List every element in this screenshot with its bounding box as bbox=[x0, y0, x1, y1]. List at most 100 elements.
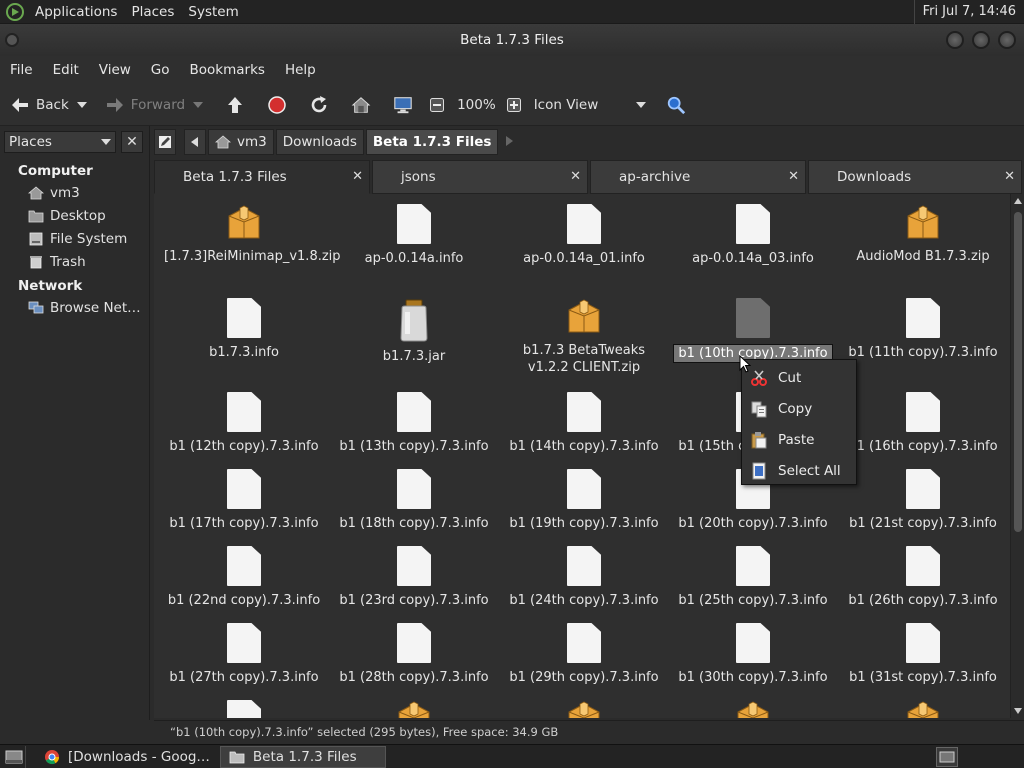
applications-menu[interactable]: Applications bbox=[28, 4, 124, 20]
file-item[interactable]: ap-0.0.14a.info bbox=[334, 204, 494, 267]
zoom-in-button[interactable] bbox=[500, 89, 534, 121]
file-item[interactable] bbox=[504, 700, 664, 718]
crumb-vm3[interactable]: vm3 bbox=[208, 129, 274, 155]
close-icon[interactable]: ✕ bbox=[570, 169, 581, 184]
file-item[interactable]: b1 (28th copy).7.3.info bbox=[334, 623, 494, 686]
file-item[interactable] bbox=[843, 700, 1003, 718]
stop-button[interactable] bbox=[263, 89, 297, 121]
tab-beta-files[interactable]: Beta 1.7.3 Files ✕ bbox=[154, 160, 370, 194]
window-menu-icon[interactable] bbox=[5, 33, 19, 47]
scrollbar-thumb[interactable] bbox=[1014, 212, 1022, 532]
home-button[interactable] bbox=[347, 89, 381, 121]
file-item[interactable] bbox=[164, 700, 324, 718]
forward-history-dropdown-icon[interactable] bbox=[193, 101, 204, 108]
crumb-scroll-left-button[interactable] bbox=[184, 129, 206, 155]
file-item[interactable]: b1 (10th copy).7.3.info bbox=[673, 298, 833, 363]
tab-ap-archive[interactable]: ap-archive ✕ bbox=[590, 160, 806, 194]
places-menu[interactable]: Places bbox=[124, 4, 181, 20]
file-item[interactable]: ap-0.0.14a_03.info bbox=[673, 204, 833, 267]
file-item[interactable]: b1 (29th copy).7.3.info bbox=[504, 623, 664, 686]
file-item[interactable]: b1 (31st copy).7.3.info bbox=[843, 623, 1003, 686]
file-item[interactable]: b1.7.3.info bbox=[164, 298, 324, 361]
file-icon-view[interactable]: [1.7.3]ReiMinimap_v1.8.zip ap-0.0.14a.inf… bbox=[154, 194, 1010, 718]
back-button[interactable]: Back bbox=[6, 89, 91, 121]
menu-bookmarks[interactable]: Bookmarks bbox=[180, 62, 275, 78]
menu-help[interactable]: Help bbox=[275, 62, 326, 78]
close-icon[interactable]: ✕ bbox=[352, 169, 363, 184]
crumb-beta-files[interactable]: Beta 1.7.3 Files bbox=[365, 129, 499, 155]
view-mode-select[interactable]: Icon View bbox=[534, 89, 651, 121]
side-pane-close-button[interactable]: ✕ bbox=[121, 131, 143, 153]
file-item[interactable]: b1 (12th copy).7.3.info bbox=[164, 392, 324, 455]
file-item[interactable]: b1 (17th copy).7.3.info bbox=[164, 469, 324, 532]
forward-button[interactable]: Forward bbox=[101, 89, 207, 121]
file-item[interactable]: b1 (22nd copy).7.3.info bbox=[164, 546, 324, 609]
file-item[interactable]: b1 (24th copy).7.3.info bbox=[504, 546, 664, 609]
document-icon bbox=[227, 700, 261, 718]
workspace-switcher[interactable] bbox=[936, 746, 958, 767]
file-item[interactable]: b1 (13th copy).7.3.info bbox=[334, 392, 494, 455]
context-cut[interactable]: Cut bbox=[742, 362, 856, 393]
context-paste[interactable]: Paste bbox=[742, 424, 856, 455]
search-button[interactable] bbox=[662, 89, 696, 121]
toggle-location-entry-button[interactable] bbox=[154, 129, 176, 155]
up-button[interactable] bbox=[221, 89, 255, 121]
file-item[interactable]: b1 (21st copy).7.3.info bbox=[843, 469, 1003, 532]
reload-button[interactable] bbox=[305, 89, 339, 121]
file-item[interactable]: b1 (30th copy).7.3.info bbox=[673, 623, 833, 686]
file-name: b1 (27th copy).7.3.info bbox=[169, 670, 319, 685]
file-item[interactable]: b1 (25th copy).7.3.info bbox=[673, 546, 833, 609]
file-item[interactable] bbox=[334, 700, 494, 718]
zoom-out-button[interactable] bbox=[423, 89, 457, 121]
tab-downloads[interactable]: Downloads ✕ bbox=[808, 160, 1022, 194]
sidebar-item-trash[interactable]: Trash bbox=[0, 250, 149, 273]
sidebar-item-browse-network[interactable]: Browse Net… bbox=[0, 296, 149, 319]
scroll-down-icon[interactable] bbox=[1014, 708, 1022, 714]
maximize-button[interactable] bbox=[972, 31, 990, 49]
distro-logo-icon[interactable] bbox=[6, 2, 24, 21]
context-select-all[interactable]: Select All bbox=[742, 455, 856, 486]
file-item[interactable]: b1 (23rd copy).7.3.info bbox=[334, 546, 494, 609]
back-history-dropdown-icon[interactable] bbox=[76, 101, 87, 108]
menu-edit[interactable]: Edit bbox=[43, 62, 89, 78]
file-item[interactable]: ap-0.0.14a_01.info bbox=[504, 204, 664, 267]
close-button[interactable] bbox=[998, 31, 1016, 49]
close-icon[interactable]: ✕ bbox=[788, 169, 799, 184]
clock[interactable]: Fri Jul 7, 14:46 bbox=[913, 0, 1024, 24]
file-item[interactable] bbox=[673, 700, 833, 718]
context-copy[interactable]: Copy bbox=[742, 393, 856, 424]
file-item[interactable]: b1 (18th copy).7.3.info bbox=[334, 469, 494, 532]
file-item[interactable]: b1 (14th copy).7.3.info bbox=[504, 392, 664, 455]
menu-file[interactable]: File bbox=[0, 62, 43, 78]
file-item[interactable]: b1.7.3 BetaTweaks v1.2.2 CLIENT.zip bbox=[504, 298, 664, 376]
minimize-button[interactable] bbox=[946, 31, 964, 49]
menu-go[interactable]: Go bbox=[141, 62, 180, 78]
zoom-level[interactable]: 100% bbox=[457, 89, 500, 121]
sidebar-item-file-system[interactable]: File System bbox=[0, 227, 149, 250]
close-icon[interactable]: ✕ bbox=[1004, 169, 1015, 184]
scroll-up-icon[interactable] bbox=[1014, 198, 1022, 204]
vertical-scrollbar[interactable] bbox=[1010, 194, 1024, 718]
window-titlebar[interactable]: Beta 1.7.3 Files bbox=[0, 24, 1024, 56]
menu-view[interactable]: View bbox=[89, 62, 141, 78]
file-item[interactable]: AudioMod B1.7.3.zip bbox=[843, 204, 1003, 265]
crumb-scroll-right-icon[interactable] bbox=[506, 135, 514, 150]
task-beta-files[interactable]: Beta 1.7.3 Files bbox=[219, 745, 386, 768]
file-item[interactable]: b1 (16th copy).7.3.info bbox=[843, 392, 1003, 455]
sidebar-item-desktop[interactable]: Desktop bbox=[0, 204, 149, 227]
file-item[interactable]: b1 (26th copy).7.3.info bbox=[843, 546, 1003, 609]
file-item[interactable]: b1.7.3.jar bbox=[334, 298, 494, 365]
tab-jsons[interactable]: jsons ✕ bbox=[372, 160, 588, 194]
computer-button[interactable] bbox=[389, 89, 423, 121]
document-icon bbox=[906, 546, 940, 586]
crumb-downloads[interactable]: Downloads bbox=[275, 129, 364, 155]
file-item[interactable]: [1.7.3]ReiMinimap_v1.8.zip bbox=[164, 204, 341, 265]
sidebar-item-vm3[interactable]: vm3 bbox=[0, 181, 149, 204]
show-desktop-button[interactable] bbox=[2, 745, 26, 768]
system-menu[interactable]: System bbox=[181, 4, 245, 20]
file-item[interactable]: b1 (27th copy).7.3.info bbox=[164, 623, 324, 686]
file-item[interactable]: b1 (19th copy).7.3.info bbox=[504, 469, 664, 532]
task-chrome-downloads[interactable]: [Downloads - Goog… bbox=[36, 746, 218, 768]
side-pane-selector[interactable]: Places bbox=[4, 131, 116, 153]
file-item[interactable]: b1 (11th copy).7.3.info bbox=[843, 298, 1003, 361]
